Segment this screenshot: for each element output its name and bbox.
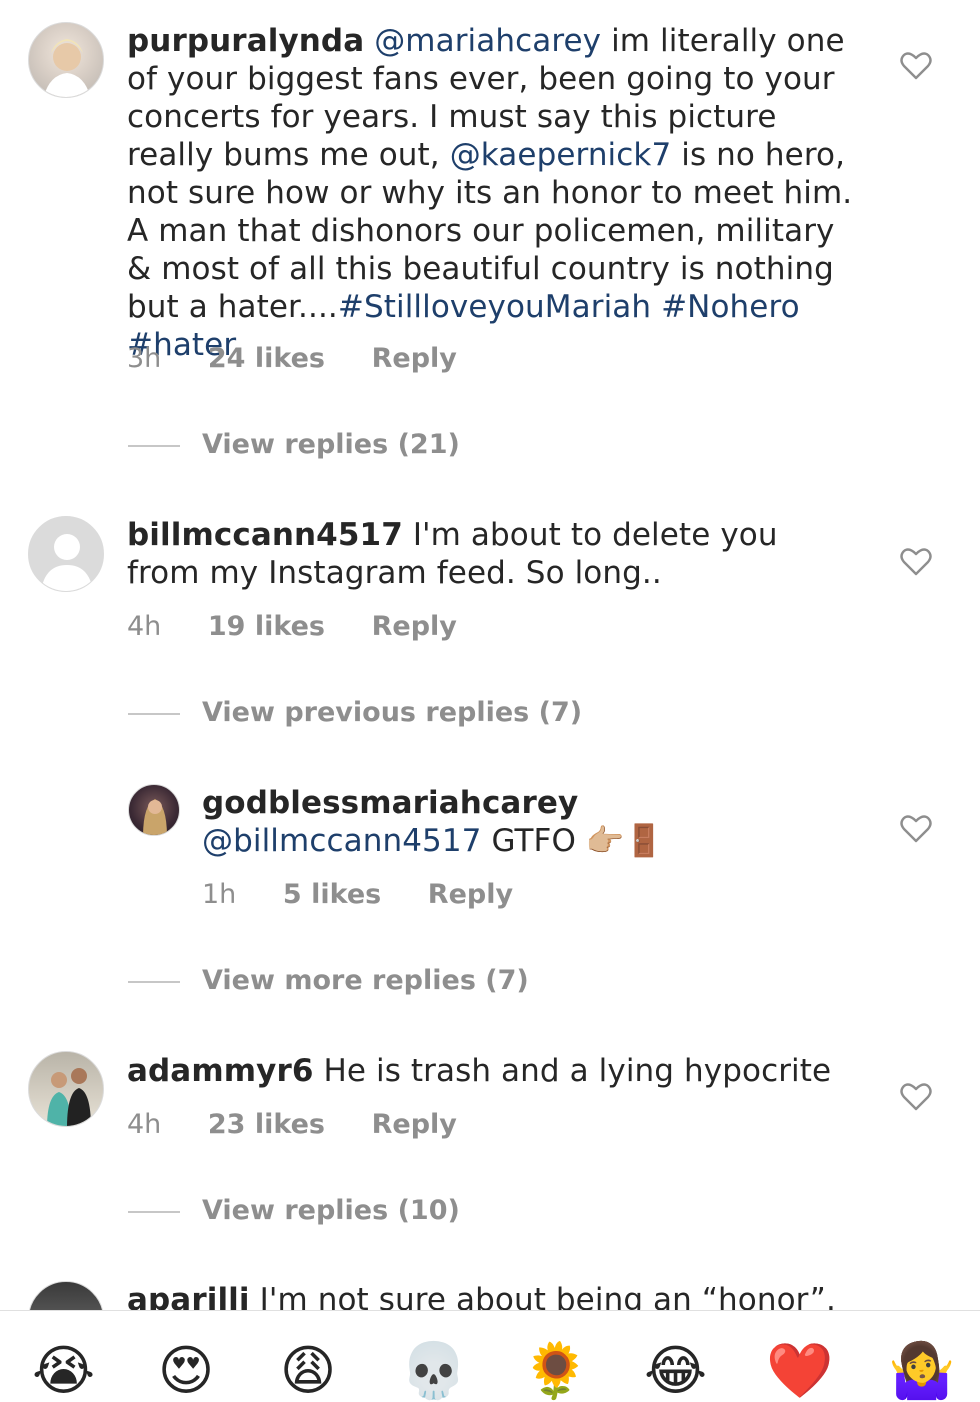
- comment-text-segment: [651, 289, 661, 325]
- reply-button[interactable]: Reply: [372, 611, 457, 642]
- comment-time: 1h: [202, 879, 237, 910]
- comment-text: @billmccann4517 GTFO 👉🏼🚪: [202, 823, 663, 859]
- comment-meta: 3h 24 likes Reply: [127, 343, 495, 374]
- heart-icon[interactable]: [900, 548, 932, 576]
- avatar[interactable]: [28, 22, 104, 98]
- woman-shrugging-icon[interactable]: 🤷‍♀️: [888, 1341, 955, 1401]
- view-replies-label: View more replies (7): [202, 965, 529, 996]
- comment-username[interactable]: godblessmariahcarey: [202, 785, 578, 821]
- red-heart-icon[interactable]: ❤️: [766, 1341, 833, 1401]
- view-previous-replies-button[interactable]: View previous replies (7): [128, 697, 582, 728]
- comment-time: 4h: [127, 611, 162, 642]
- divider: [128, 980, 180, 983]
- comment-likes[interactable]: 19 likes: [208, 611, 325, 642]
- comment-meta: 4h 23 likes Reply: [127, 1109, 495, 1140]
- comment-text-segment: I'm not sure about being an “honor”.: [249, 1282, 836, 1310]
- view-replies-label: View replies (21): [202, 429, 460, 460]
- comment-body: purpuralynda @mariahcarey im literally o…: [127, 22, 857, 364]
- avatar[interactable]: [28, 1281, 104, 1310]
- avatar[interactable]: [28, 1051, 104, 1127]
- loudly-crying-face-icon[interactable]: 😭: [32, 1341, 95, 1401]
- comment-body: aparilli I'm not sure about being an “ho…: [127, 1281, 857, 1310]
- view-replies-button[interactable]: View replies (10): [128, 1195, 460, 1226]
- reply-button[interactable]: Reply: [428, 879, 513, 910]
- comment-text: I'm not sure about being an “honor”.: [250, 1282, 836, 1310]
- hashtag-link[interactable]: #StillloveyouMariah: [338, 289, 651, 325]
- divider: [128, 712, 180, 715]
- comment-likes[interactable]: 5 likes: [283, 879, 381, 910]
- comment-username[interactable]: aparilli: [127, 1282, 250, 1310]
- comment-text: He is trash and a lying hypocrite: [314, 1053, 832, 1089]
- mention-link[interactable]: @billmccann4517: [202, 823, 482, 859]
- comment-meta: 4h 19 likes Reply: [127, 611, 495, 642]
- comment-username[interactable]: adammyr6: [127, 1053, 314, 1089]
- avatar[interactable]: [128, 784, 180, 836]
- comment-meta: 1h 5 likes Reply: [202, 879, 551, 910]
- mention-link[interactable]: @mariahcarey: [374, 23, 601, 59]
- comment-username[interactable]: billmccann4517: [127, 517, 403, 553]
- heart-icon[interactable]: [900, 815, 932, 843]
- avatar[interactable]: [28, 516, 104, 592]
- comment-text-segment: GTFO 👉🏼🚪: [481, 823, 664, 859]
- mention-link[interactable]: @kaepernick7: [450, 137, 672, 173]
- comment-body: billmccann4517 I'm about to delete you f…: [127, 516, 857, 592]
- comment-time: 3h: [127, 343, 162, 374]
- divider: [128, 1210, 180, 1213]
- reply-button[interactable]: Reply: [372, 1109, 457, 1140]
- sunflower-icon[interactable]: 🌻: [522, 1341, 589, 1401]
- view-replies-button[interactable]: View replies (21): [128, 429, 460, 460]
- comment-likes[interactable]: 24 likes: [208, 343, 325, 374]
- comment-username[interactable]: purpuralynda: [127, 23, 364, 59]
- quick-emoji-bar: 😭 😍 😩 💀 🌻 😂 ❤️ 🤷‍♀️: [0, 1310, 980, 1401]
- heart-icon[interactable]: [900, 52, 932, 80]
- comments-feed: purpuralynda @mariahcarey im literally o…: [0, 0, 980, 1310]
- reply-button[interactable]: Reply: [372, 343, 457, 374]
- heart-icon[interactable]: [900, 1083, 932, 1111]
- comment-body: godblessmariahcarey @billmccann4517 GTFO…: [202, 784, 852, 860]
- comment-body: adammyr6 He is trash and a lying hypocri…: [127, 1052, 857, 1090]
- skull-icon[interactable]: 💀: [400, 1341, 467, 1401]
- view-more-replies-button[interactable]: View more replies (7): [128, 965, 529, 996]
- weary-face-icon[interactable]: 😩: [278, 1341, 338, 1401]
- heart-eyes-icon[interactable]: 😍: [156, 1341, 216, 1401]
- view-replies-label: View replies (10): [202, 1195, 460, 1226]
- hashtag-link[interactable]: #Nohero: [661, 289, 800, 325]
- comment-text-segment: He is trash and a lying hypocrite: [313, 1053, 832, 1089]
- comment-text: @mariahcarey im literally one of your bi…: [127, 23, 852, 363]
- view-replies-label: View previous replies (7): [202, 697, 583, 728]
- comment-time: 4h: [127, 1109, 162, 1140]
- divider: [128, 444, 180, 447]
- tears-of-joy-icon[interactable]: 😂: [644, 1341, 707, 1401]
- comment-likes[interactable]: 23 likes: [208, 1109, 325, 1140]
